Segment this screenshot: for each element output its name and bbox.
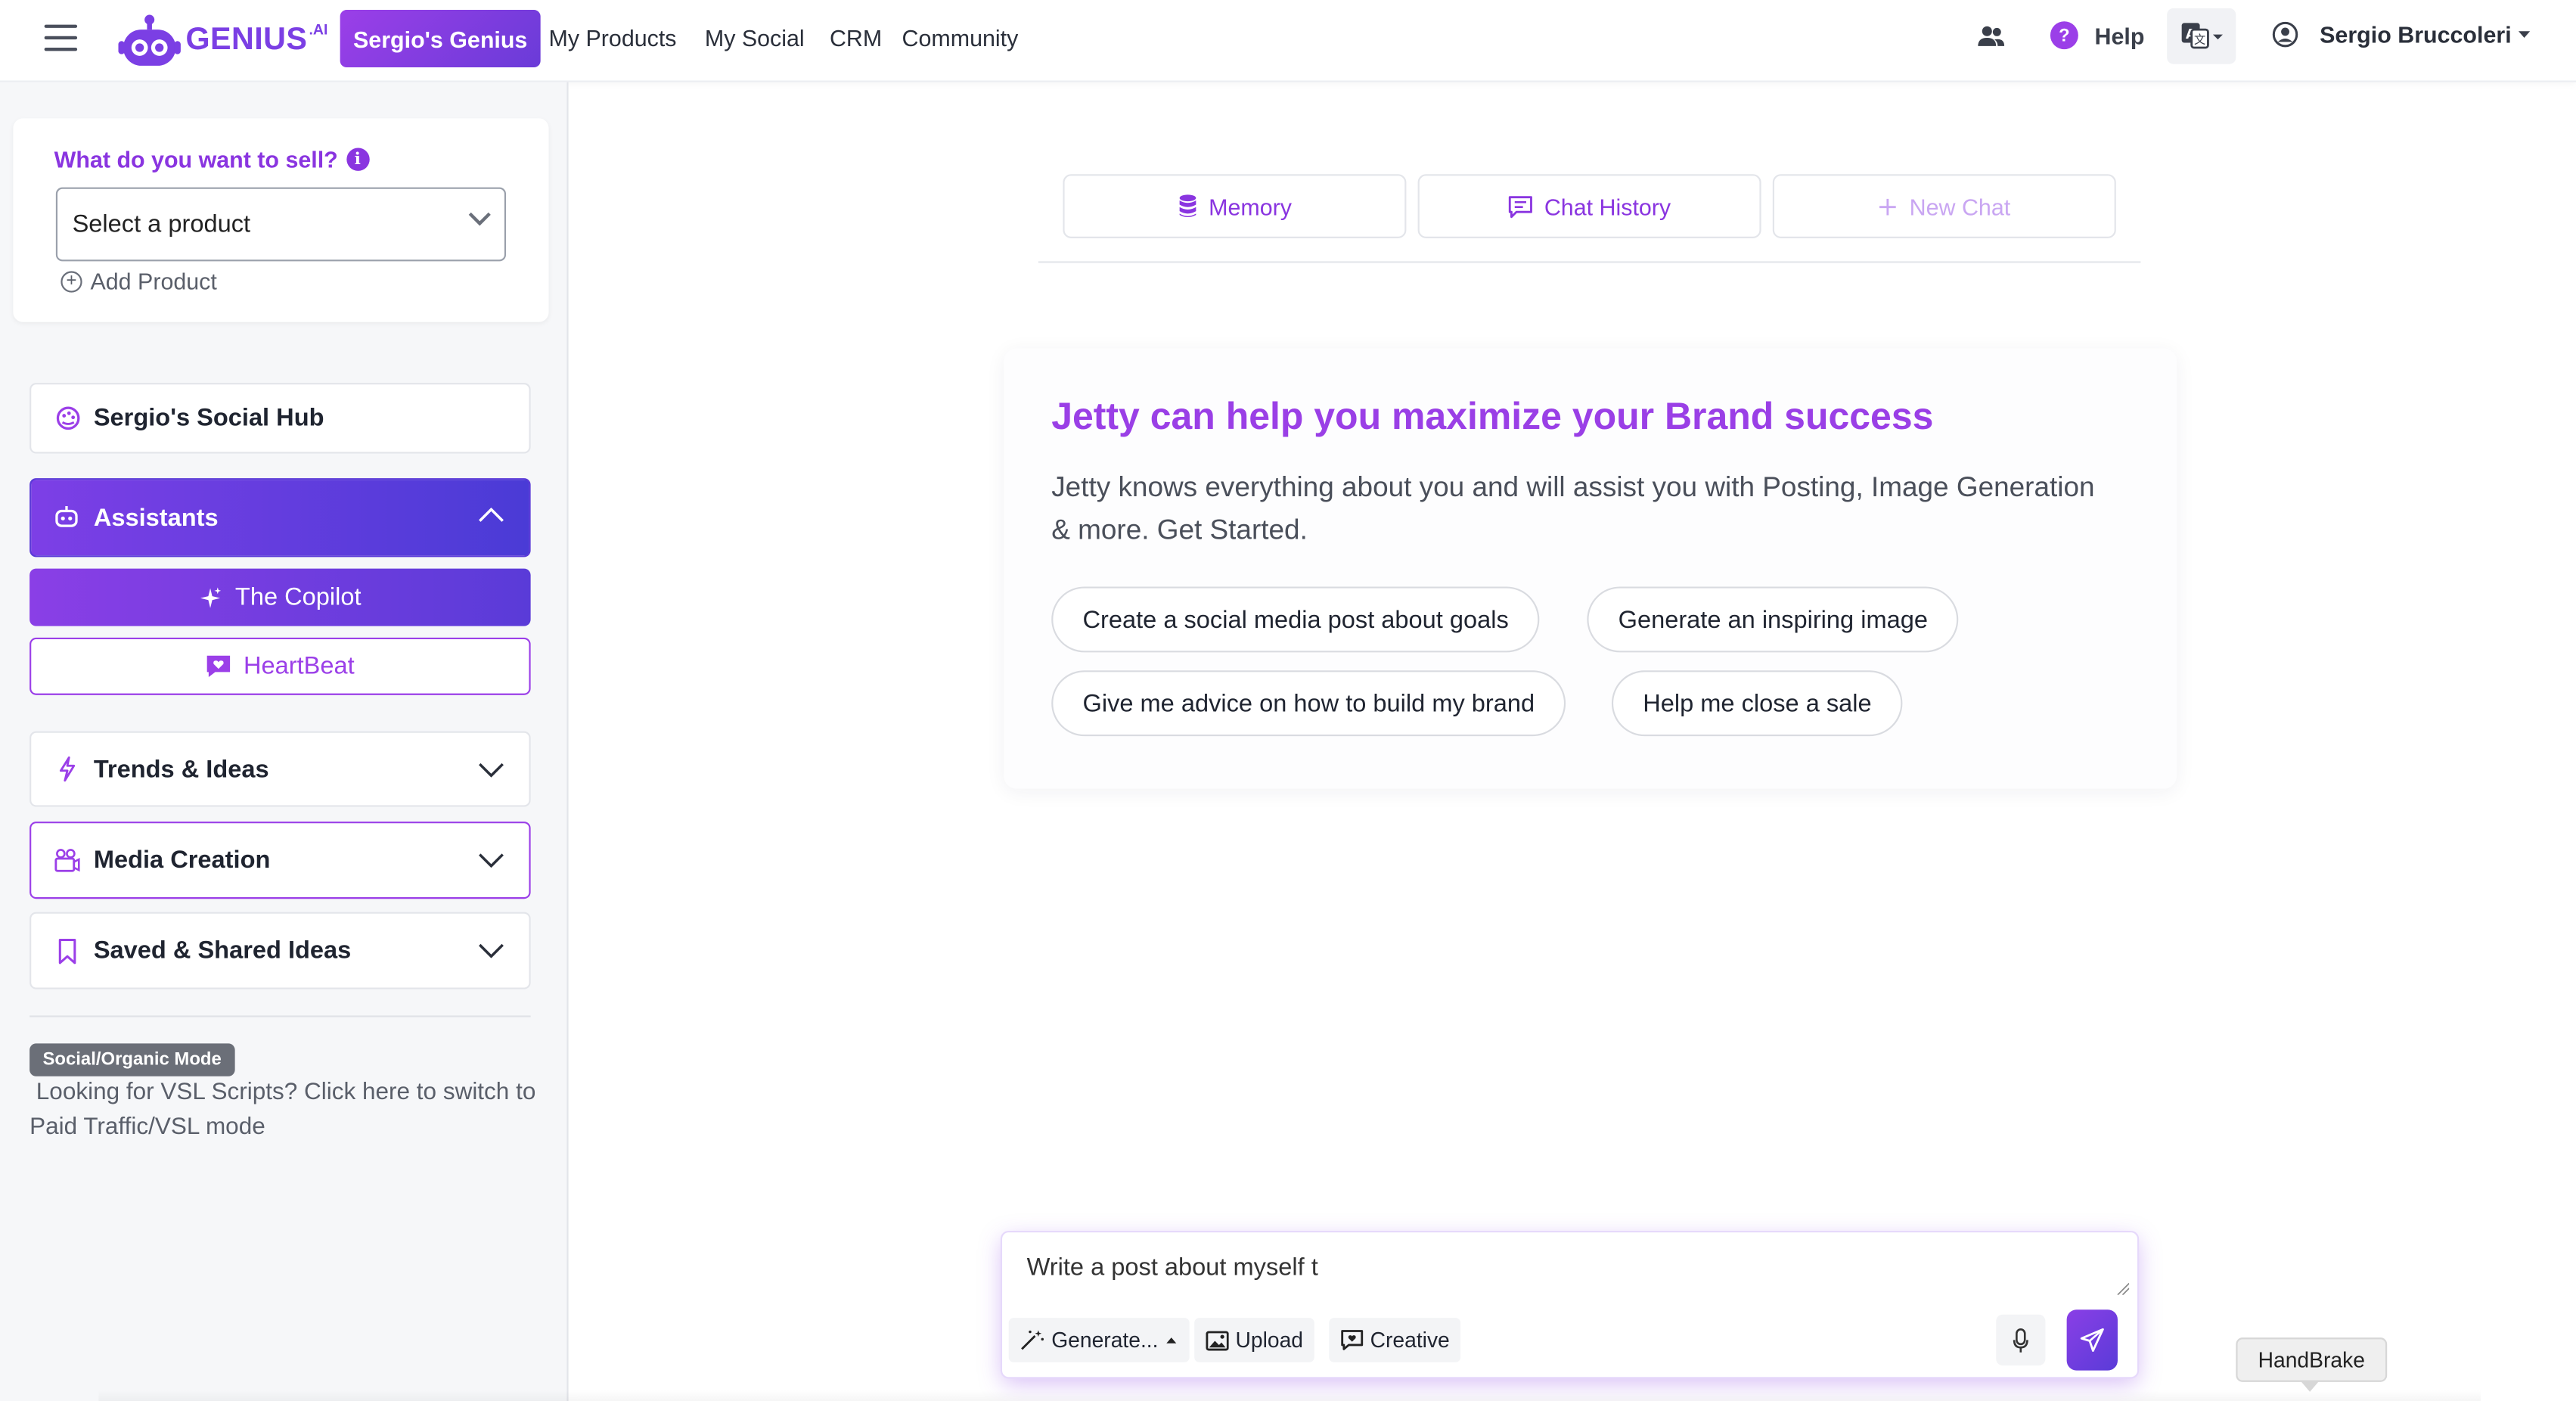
new-chat-label: New Chat: [1909, 193, 2011, 219]
chevron-down-icon: [468, 212, 491, 226]
robot-icon: [54, 505, 81, 531]
camera-icon: [54, 847, 81, 874]
tooltip-arrow: [2300, 1380, 2320, 1392]
suggestion-chip[interactable]: Help me close a sale: [1611, 670, 1903, 737]
user-name: Sergio Bruccoleri: [2320, 21, 2512, 48]
sidebar-item-social-hub[interactable]: Sergio's Social Hub: [29, 383, 531, 454]
suggestion-chip[interactable]: Give me advice on how to build my brand: [1051, 670, 1566, 737]
new-chat-button[interactable]: New Chat: [1772, 174, 2116, 238]
media-creation-label: Media Creation: [93, 846, 271, 874]
chat-history-button[interactable]: Chat History: [1417, 174, 1761, 238]
main-divider: [1038, 261, 2141, 263]
suggestion-chip[interactable]: Create a social media post about goals: [1051, 586, 1541, 653]
welcome-title: Jetty can help you maximize your Brand s…: [1051, 394, 1934, 437]
translate-icon: A 文: [2181, 23, 2223, 49]
logo-text: GENIUS: [185, 23, 308, 58]
nav-tab-sergios-genius[interactable]: Sergio's Genius: [340, 10, 541, 68]
generate-label: Generate...: [1051, 1328, 1159, 1353]
question-icon: ?: [2050, 21, 2078, 50]
vsl-mode-link[interactable]: Looking for VSL Scripts? Click here to s…: [29, 1076, 538, 1145]
sidebar-item-media-creation[interactable]: Media Creation: [29, 822, 531, 899]
bookmark-icon: [54, 937, 81, 964]
logo-superscript: .AI: [309, 21, 328, 38]
nav-link-community[interactable]: Community: [902, 25, 1019, 51]
sidebar-item-trends[interactable]: Trends & Ideas: [29, 731, 531, 807]
palette-icon: [54, 405, 81, 431]
product-select-value: Select a product: [72, 210, 251, 238]
top-navbar: GENIUS .AI Sergio's Genius My Products M…: [0, 0, 2576, 82]
sell-label: What do you want to sell? i: [54, 146, 370, 173]
caret-up-icon: [1166, 1337, 1177, 1344]
plus-circle-icon: +: [61, 270, 82, 292]
memory-button[interactable]: Memory: [1063, 174, 1407, 238]
send-button[interactable]: [2066, 1309, 2118, 1371]
info-icon[interactable]: i: [346, 148, 370, 171]
add-product-label: Add Product: [90, 268, 217, 294]
chat-lines-icon: [1508, 194, 1533, 218]
saved-ideas-label: Saved & Shared Ideas: [93, 937, 352, 965]
plus-icon: [1878, 197, 1898, 216]
heartbeat-label: HeartBeat: [243, 652, 355, 681]
help-label: Help: [2094, 22, 2145, 49]
vsl-mode-text: Looking for VSL Scripts? Click here to s…: [29, 1079, 536, 1141]
taskbar-tooltip: HandBrake: [2236, 1337, 2388, 1382]
chevron-down-icon: [479, 943, 504, 958]
app-root: GENIUS .AI Sergio's Genius My Products M…: [0, 0, 2576, 1401]
suggestion-chip[interactable]: Generate an inspiring image: [1587, 586, 1960, 653]
creative-button[interactable]: Creative: [1329, 1318, 1462, 1362]
chevron-down-icon: [479, 763, 504, 778]
sell-label-text: What do you want to sell?: [54, 146, 338, 173]
chevron-down-icon: [479, 853, 504, 868]
bottom-shadow: [98, 1390, 2481, 1401]
svg-text:文: 文: [2194, 33, 2205, 47]
hamburger-menu-icon[interactable]: [44, 24, 78, 54]
chat-history-label: Chat History: [1544, 193, 1671, 219]
generate-dropdown[interactable]: Generate...: [1008, 1318, 1190, 1362]
chat-composer: Write a post about myself t Generate... …: [1002, 1232, 2138, 1378]
lightning-icon: [54, 756, 81, 782]
assistants-label: Assistants: [93, 503, 219, 532]
language-button[interactable]: A 文: [2167, 8, 2236, 64]
the-copilot-button[interactable]: The Copilot: [29, 568, 531, 626]
copilot-label: The Copilot: [234, 583, 362, 612]
heartbeat-button[interactable]: HeartBeat: [29, 637, 531, 695]
social-hub-label: Sergio's Social Hub: [93, 404, 324, 433]
send-icon: [2080, 1328, 2104, 1352]
nav-link-my-social[interactable]: My Social: [705, 25, 805, 51]
robot-logo-icon: [118, 13, 181, 69]
memory-label: Memory: [1209, 193, 1292, 219]
resize-grip-icon: [2117, 1282, 2130, 1295]
add-product-button[interactable]: + Add Product: [61, 268, 217, 294]
welcome-subtitle: Jetty knows everything about you and wil…: [1051, 471, 2095, 546]
magic-wand-icon: [1020, 1329, 1045, 1350]
caret-down-icon: [2518, 31, 2530, 38]
message-input[interactable]: Write a post about myself t: [1027, 1253, 1318, 1281]
microphone-button[interactable]: [1996, 1314, 2046, 1366]
chat-heart-icon: [207, 655, 231, 677]
upload-button[interactable]: Upload: [1194, 1318, 1315, 1362]
nav-link-my-products[interactable]: My Products: [549, 25, 677, 51]
database-icon: [1178, 194, 1197, 219]
nav-link-crm[interactable]: CRM: [830, 25, 882, 51]
sparkles-icon: [200, 586, 222, 607]
mode-badge: Social/Organic Mode: [29, 1043, 235, 1076]
sidebar-item-saved-ideas[interactable]: Saved & Shared Ideas: [29, 912, 531, 989]
sidebar-divider: [29, 1015, 531, 1017]
product-select[interactable]: Select a product: [55, 187, 507, 262]
creative-label: Creative: [1370, 1328, 1450, 1353]
chat-heart-icon: [1341, 1329, 1364, 1350]
image-icon: [1206, 1330, 1229, 1350]
user-menu[interactable]: Sergio Bruccoleri: [2272, 21, 2531, 48]
users-icon[interactable]: [1976, 21, 2006, 59]
upload-label: Upload: [1235, 1328, 1303, 1353]
user-circle-icon: [2272, 21, 2298, 48]
trends-label: Trends & Ideas: [93, 755, 269, 784]
logo[interactable]: GENIUS .AI: [118, 11, 327, 70]
sidebar-item-assistants[interactable]: Assistants: [29, 478, 531, 558]
microphone-icon: [2013, 1327, 2028, 1352]
help-link[interactable]: ? Help: [2050, 21, 2145, 50]
chevron-up-icon: [479, 508, 504, 522]
